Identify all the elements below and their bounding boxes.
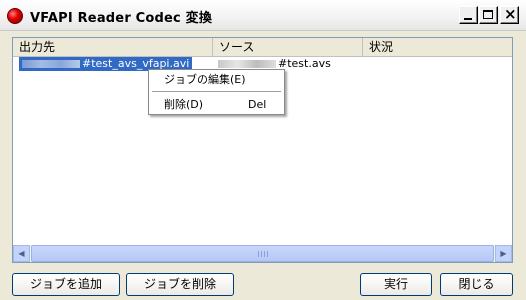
app-icon [7,8,23,24]
close-icon: × [504,5,517,23]
add-job-button[interactable]: ジョブを追加 [12,273,120,296]
window-title: VFAPI Reader Codec 変換 [30,11,213,26]
redacted-path [22,60,80,68]
menu-item-edit-job[interactable]: ジョブの編集(E) [149,71,284,89]
menu-shortcut: Del [248,98,267,111]
redacted-path [218,60,276,68]
close-window-button[interactable]: × [500,6,519,24]
maximize-icon [483,10,493,19]
grip-icon [258,251,268,257]
arrow-right-icon: ▶ [500,249,507,258]
list-header: 出力先 ソース 状況 [13,38,512,57]
column-header-output[interactable]: 出力先 [13,38,213,56]
minimize-icon [464,18,472,20]
scroll-left-button[interactable]: ◀ [13,245,30,262]
title-bar[interactable]: VFAPI Reader Codec 変換 × [0,0,526,31]
source-filename: #test.avs [278,57,331,70]
context-menu: ジョブの編集(E) 削除(D) Del [148,69,285,115]
arrow-left-icon: ◀ [18,249,25,258]
column-header-status[interactable]: 状況 [363,38,512,56]
app-window: VFAPI Reader Codec 変換 × 出力先 ソース 状況 #test… [0,0,526,300]
menu-item-delete[interactable]: 削除(D) Del [149,96,284,114]
close-button[interactable]: 閉じる [440,273,513,296]
delete-job-button[interactable]: ジョブを削除 [126,273,234,296]
horizontal-scrollbar[interactable]: ◀ ▶ [13,245,512,262]
scroll-right-button[interactable]: ▶ [495,245,512,262]
column-header-source[interactable]: ソース [213,38,363,56]
menu-separator [152,91,281,92]
run-button[interactable]: 実行 [360,273,432,296]
minimize-button[interactable] [459,6,478,24]
maximize-button[interactable] [479,6,498,24]
scroll-thumb[interactable] [31,245,494,262]
